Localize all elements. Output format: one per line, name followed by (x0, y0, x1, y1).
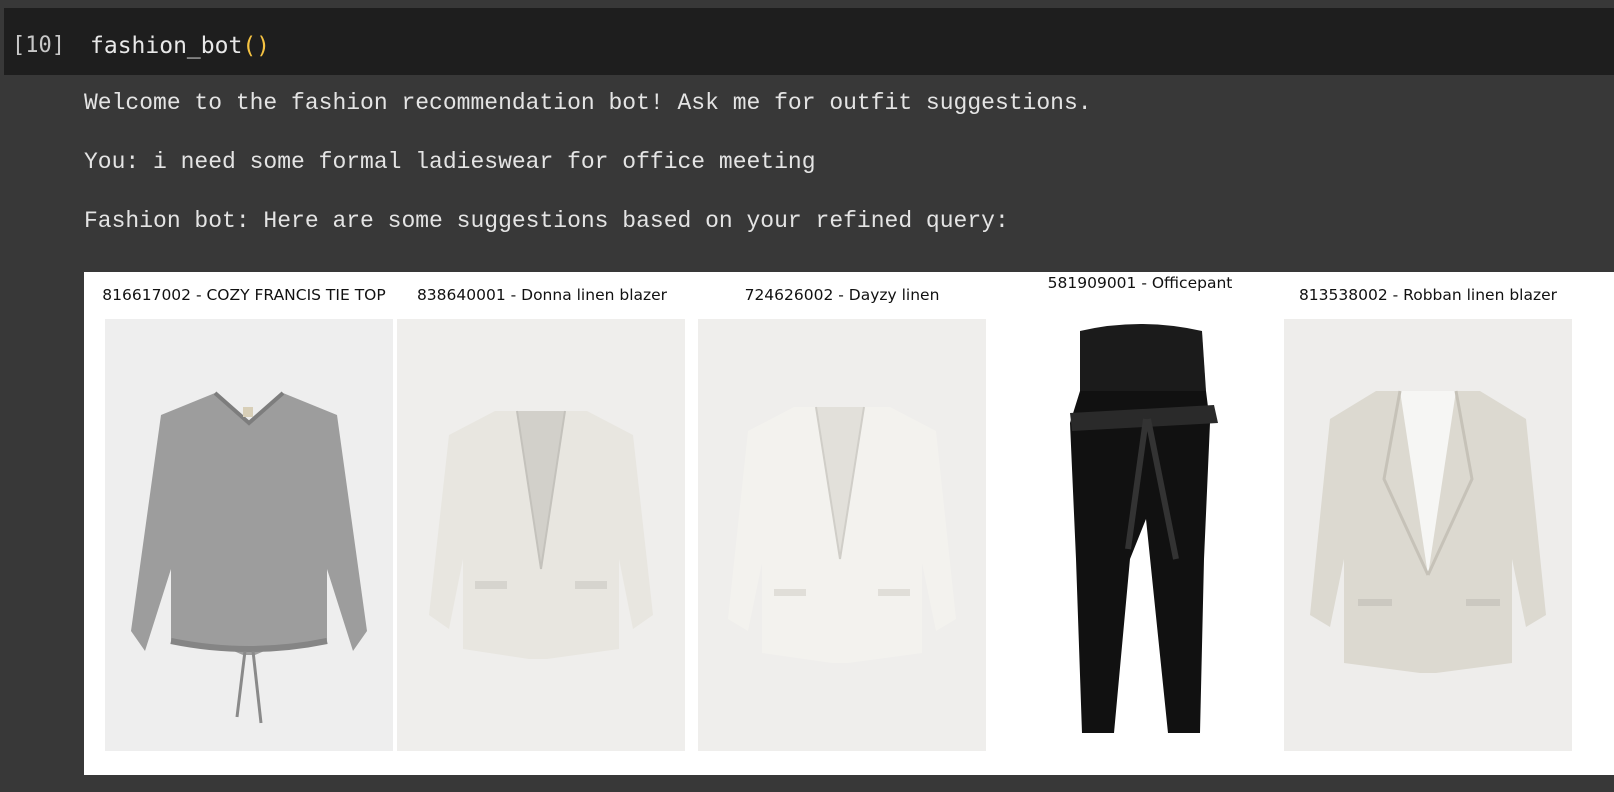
product-title: 581909001 - Officepant (1047, 274, 1233, 292)
bot-message: Fashion bot: Here are some suggestions b… (84, 208, 1009, 234)
white-linen-blazer-image (397, 319, 685, 751)
product-title: 813538002 - Robban linen blazer (1298, 286, 1558, 304)
code-line[interactable]: fashion_bot() (90, 33, 270, 59)
product-title: 838640001 - Donna linen blazer (416, 286, 668, 304)
product-title: 724626002 - Dayzy linen (744, 286, 940, 304)
code-cell-input[interactable]: [10] fashion_bot() (4, 8, 1614, 75)
product-card: 816617002 - COZY FRANCIS TIE TOP (84, 272, 404, 775)
product-title: 816617002 - COZY FRANCIS TIE TOP (102, 286, 386, 304)
product-card: 724626002 - Dayzy linen (690, 272, 994, 775)
beige-linen-blazer-image (1284, 319, 1572, 751)
product-card: 838640001 - Donna linen blazer (394, 272, 690, 775)
product-card: 813538002 - Robban linen blazer (1284, 272, 1614, 775)
execution-count: [10] (12, 33, 65, 58)
black-maternity-pants-icon (996, 319, 1284, 751)
function-name: fashion_bot (90, 33, 243, 59)
welcome-message: Welcome to the fashion recommendation bo… (84, 90, 1092, 116)
product-card: 581909001 - Officepant (994, 272, 1286, 775)
call-parens: () (242, 33, 271, 59)
grey-knit-tie-top-icon (105, 319, 393, 751)
white-linen-blazer-icon (397, 319, 685, 751)
white-linen-jacket-image (698, 319, 986, 751)
product-figure: 816617002 - COZY FRANCIS TIE TOP 8386400… (84, 272, 1614, 775)
top-strip (0, 0, 1614, 8)
beige-linen-blazer-icon (1284, 319, 1572, 751)
grey-knit-tie-top-image (105, 319, 393, 751)
user-message: You: i need some formal ladieswear for o… (84, 149, 816, 175)
white-linen-jacket-icon (698, 319, 986, 751)
black-maternity-pants-image (996, 319, 1284, 751)
